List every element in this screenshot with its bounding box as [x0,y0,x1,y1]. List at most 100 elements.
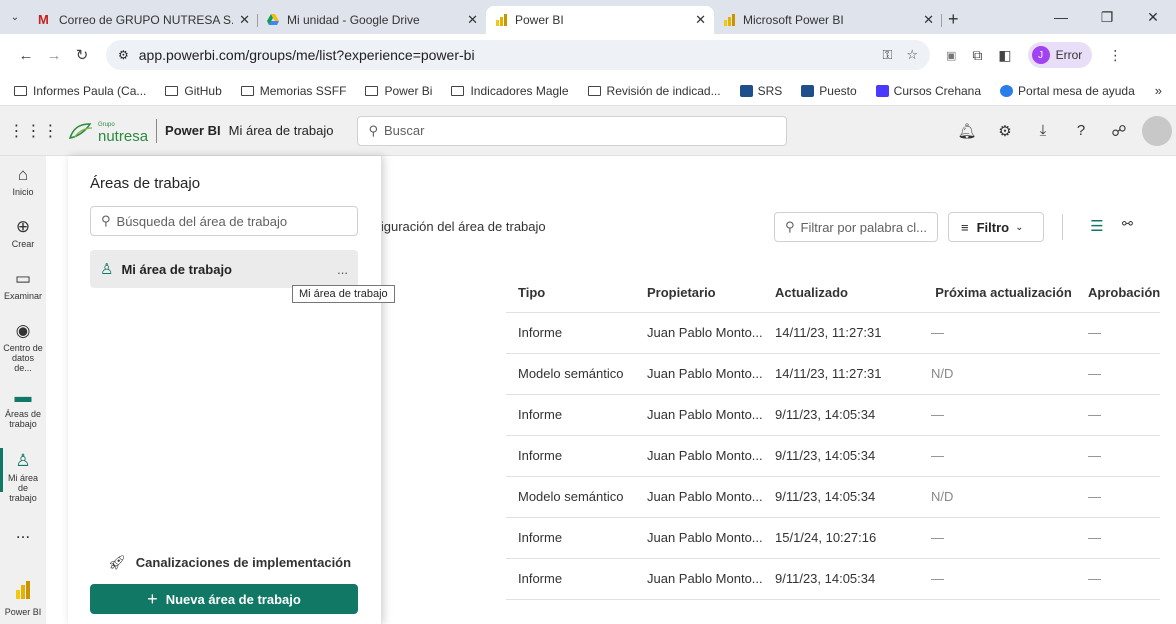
filter-lines-icon: ≡ [961,219,969,235]
chevron-down-icon: ⌄ [1015,221,1024,233]
password-key-icon[interactable]: ⚿ [882,47,892,63]
column-header[interactable]: Aprobación [1076,274,1161,313]
notifications-bell-icon[interactable]: 🔔︎ [948,122,986,140]
new-tab-icon[interactable]: + [948,6,959,34]
table-row[interactable]: Informe Juan Pablo Monto... 9/11/23, 14:05… [506,435,1161,477]
folder-icon [165,85,179,96]
column-header[interactable]: Próxima actualización [919,274,1076,313]
nav-power-bi[interactable]: Power BI [0,580,46,617]
workspace-settings-link[interactable]: nfiguración del área de trabajo [370,219,546,234]
table-row[interactable]: Informe Juan Pablo Monto... 14/11/23, 11:2… [506,312,1161,354]
close-tab-icon[interactable]: ✕ [239,12,250,28]
filter-button[interactable]: ≡ Filtro ⌄ [948,212,1044,242]
bookmark-folder[interactable]: Revisión de indicad... [587,84,721,98]
download-icon[interactable]: ⤓ [1024,122,1062,139]
browser-tab[interactable]: M Correo de GRUPO NUTRESA S.A ✕ [30,6,258,34]
bookmark-folder[interactable]: Indicadores Magle [451,84,569,98]
address-bar-row: ← → ↻ ⚙ app.powerbi.com/groups/me/list?e… [0,34,1176,76]
bookmark-link[interactable]: Portal mesa de ayuda [1000,84,1135,98]
close-tab-icon[interactable]: ✕ [923,12,934,28]
bookmark-link[interactable]: Puesto [801,84,857,98]
workspace-search-input[interactable]: ⚲ Búsqueda del área de trabajo [90,206,358,236]
nav-mi-area-trabajo[interactable]: ♙ Mi área de trabajo [0,448,46,503]
workspace-title[interactable]: Mi área de trabajo [229,123,334,138]
minimize-icon[interactable]: — [1038,9,1084,25]
user-avatar[interactable] [1142,115,1172,146]
bookmark-folder[interactable]: Power Bi [365,84,432,98]
more-bookmarks-icon[interactable]: » [1155,83,1162,98]
bookmark-folder[interactable]: Memorias SSFF [240,84,346,98]
folder-icon [240,85,254,96]
tab-search-icon[interactable]: ⌄ [0,0,30,34]
bookmark-star-icon[interactable]: ☆ [906,47,918,63]
url-text: app.powerbi.com/groups/me/list?experienc… [138,47,475,63]
browser-tab[interactable]: Microsoft Power BI ✕ [714,6,942,34]
close-tab-icon[interactable]: ✕ [467,12,478,28]
search-icon: ⚲ [368,122,378,138]
close-window-icon[interactable]: ✕ [1130,9,1176,26]
reload-icon[interactable]: ↻ [70,46,94,64]
url-bar[interactable]: ⚙ app.powerbi.com/groups/me/list?experie… [106,40,930,70]
side-panel-icon[interactable]: ◧ [998,47,1011,64]
table-row[interactable]: Informe Juan Pablo Monto... 9/11/23, 14:05… [506,394,1161,436]
lineage-view-icon[interactable]: ⚯ [1122,216,1133,232]
table-row[interactable]: Modelo semántico Juan Pablo Monto... 14/11… [506,353,1161,395]
app-launcher-icon[interactable]: ⋮⋮⋮ [0,121,68,141]
browser-tab-active[interactable]: Power BI ✕ [486,6,714,34]
restore-icon[interactable]: ❐ [1084,9,1130,26]
forward-icon[interactable]: → [42,47,66,64]
extension-icon[interactable]: ▣ [946,49,956,62]
srs-icon [739,84,753,97]
deployment-pipelines-link[interactable]: 🚀︎ Canalizaciones de implementación [108,554,351,571]
puzzle-extensions-icon[interactable]: ⧉ [972,47,982,64]
table-row[interactable]: Informe Juan Pablo Monto... 9/11/23, 14:05… [506,558,1161,600]
help-icon[interactable]: ? [1062,122,1100,139]
share-people-icon[interactable]: ☍ [1100,122,1138,140]
tab-title: Power BI [515,13,564,27]
bookmark-folder[interactable]: Informes Paula (Ca... [14,84,146,98]
nav-examinar[interactable]: ▭ Examinar [0,270,46,302]
workspace-item-mi-area[interactable]: ♙ Mi área de trabajo ... [90,250,358,288]
more-options-icon[interactable]: ... [337,262,348,277]
filter-keyword-input[interactable]: ⚲ Filtrar por palabra cl... [774,212,938,242]
close-tab-icon[interactable]: ✕ [695,12,706,28]
nav-centro-datos[interactable]: ◉ Centro de datos de... [0,322,46,374]
gmail-icon: M [38,12,49,27]
bookmark-folder[interactable]: GitHub [165,84,222,98]
nav-areas-trabajo[interactable]: ▬ Áreas de trabajo [0,388,46,430]
column-header[interactable]: Actualizado [763,274,919,313]
nutresa-logo[interactable]: Grupo nutresa [68,119,148,144]
settings-gear-icon[interactable]: ⚙ [986,122,1024,140]
bookmark-link[interactable]: Cursos Crehana [875,84,981,98]
table-cell: Juan Pablo Monto... [635,517,763,559]
new-workspace-button[interactable]: + Nueva área de trabajo [90,584,358,614]
folder-icon [587,85,601,96]
bookmark-link[interactable]: SRS [739,84,782,98]
nav-inicio[interactable]: ⌂ Inicio [0,165,46,198]
person-icon: ♙ [100,261,114,278]
google-drive-icon [266,13,280,27]
browser-menu-icon[interactable]: ⋮ [1108,47,1122,64]
table-cell: Juan Pablo Monto... [635,558,763,600]
table-cell: N/D [919,476,1076,518]
table-row[interactable]: Modelo semántico Juan Pablo Monto... 9/11/… [506,476,1161,518]
table-row[interactable]: Informe Juan Pablo Monto... 15/1/24, 10:27… [506,517,1161,559]
column-header[interactable]: Tipo [506,274,635,313]
column-header[interactable]: Propietario [635,274,763,313]
profile-error-button[interactable]: J Error [1027,42,1093,68]
global-search-input[interactable]: ⚲ Buscar [357,115,788,146]
power-bi-icon [0,580,46,604]
list-view-icon[interactable]: ☰ [1086,216,1108,238]
site-info-icon[interactable]: ⚙ [118,48,129,62]
home-icon: ⌂ [17,165,29,184]
nav-crear[interactable]: ⊕ Crear [0,218,46,250]
product-title[interactable]: Power BI [165,123,221,138]
table-cell: 9/11/23, 14:05:34 [763,476,919,518]
back-icon[interactable]: ← [14,47,38,64]
nav-more[interactable]: ... [0,524,46,545]
table-cell: Modelo semántico [506,476,635,518]
browser-tab[interactable]: Mi unidad - Google Drive ✕ [258,6,486,34]
profile-label: Error [1055,48,1083,62]
table-cell: — [919,312,1076,354]
browser-tab-bar: ⌄ M Correo de GRUPO NUTRESA S.A ✕ Mi uni… [0,0,1176,34]
